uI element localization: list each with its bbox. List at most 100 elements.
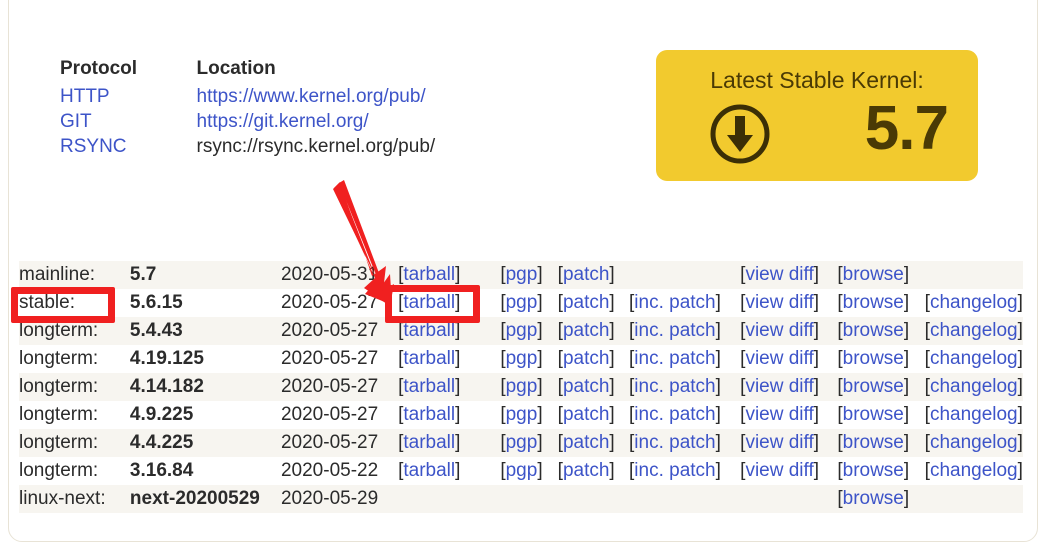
bracket-close: ]	[1017, 376, 1023, 397]
release-link-patch[interactable]: patch	[563, 320, 609, 341]
bracket-close: ]	[813, 264, 820, 285]
bracket-close: ]	[1017, 348, 1023, 369]
release-link-view-diff[interactable]: view diff	[745, 376, 813, 397]
release-link-browse[interactable]: browse	[843, 264, 904, 285]
release-link-view-diff[interactable]: view diff	[745, 404, 813, 425]
release-link-browse[interactable]: browse	[843, 376, 904, 397]
release-link-pgp[interactable]: pgp	[506, 348, 538, 369]
release-date: 2020-05-27	[280, 432, 379, 453]
release-link-view-diff[interactable]: view diff	[745, 292, 813, 313]
release-link-tarball[interactable]: tarball	[403, 264, 455, 285]
release-link-browse[interactable]: browse	[843, 320, 904, 341]
release-link-inc-patch[interactable]: inc. patch	[634, 320, 715, 341]
release-link-view-diff[interactable]: view diff	[745, 320, 813, 341]
release-link-browse[interactable]: browse	[843, 432, 904, 453]
release-link-pgp[interactable]: pgp	[506, 432, 538, 453]
release-link-cell-tarball: [tarball]	[398, 429, 500, 457]
bracket-close: ]	[903, 320, 910, 341]
release-link-cell-view-diff: [view diff]	[740, 261, 837, 289]
mirror-location-link[interactable]: https://git.kernel.org/	[197, 111, 369, 132]
mirror-table: Protocol Location HTTP https://www.kernel…	[60, 58, 435, 160]
release-link-tarball[interactable]: tarball	[403, 460, 455, 481]
release-link-patch[interactable]: patch	[563, 292, 609, 313]
release-link-tarball[interactable]: tarball	[403, 320, 455, 341]
release-link-inc-patch[interactable]: inc. patch	[634, 348, 715, 369]
release-link-cell-patch: [patch]	[558, 261, 629, 289]
release-link-browse[interactable]: browse	[843, 488, 904, 509]
mirror-location-http[interactable]: https://www.kernel.org/pub/	[147, 85, 436, 110]
mirror-protocol-http[interactable]: HTTP	[60, 85, 147, 110]
release-link-patch[interactable]: patch	[563, 432, 609, 453]
release-link-patch[interactable]: patch	[563, 404, 609, 425]
bracket-close: ]	[715, 432, 721, 453]
release-link-changelog[interactable]: changelog	[930, 292, 1018, 313]
bracket-close: ]	[609, 460, 615, 481]
release-link-cell-view-diff: [view diff]	[740, 457, 837, 485]
release-link-cell-inc-patch: [inc. patch]	[629, 317, 740, 345]
bracket-close: ]	[715, 348, 721, 369]
release-link-inc-patch[interactable]: inc. patch	[634, 460, 715, 481]
release-link-cell-browse: [browse]	[837, 317, 924, 345]
release-version: 4.4.225	[129, 432, 194, 453]
release-link-changelog[interactable]: changelog	[930, 320, 1018, 341]
release-link-browse[interactable]: browse	[843, 460, 904, 481]
release-link-tarball[interactable]: tarball	[403, 376, 455, 397]
bracket-close: ]	[813, 320, 820, 341]
release-link-view-diff[interactable]: view diff	[745, 460, 813, 481]
release-link-tarball[interactable]: tarball	[403, 404, 455, 425]
mirror-protocol-git[interactable]: GIT	[60, 110, 147, 135]
release-link-browse[interactable]: browse	[843, 292, 904, 313]
release-link-cell-pgp: [pgp]	[500, 289, 557, 317]
download-circle-icon[interactable]	[708, 102, 772, 166]
release-version: next-20200529	[129, 488, 260, 509]
release-link-patch[interactable]: patch	[563, 264, 609, 285]
release-link-changelog[interactable]: changelog	[930, 404, 1018, 425]
release-kind: longterm:	[19, 376, 99, 397]
release-link-patch[interactable]: patch	[563, 376, 609, 397]
release-link-cell-empty-changelog	[925, 261, 1023, 289]
release-link-cell-tarball: [tarball]	[398, 401, 500, 429]
release-link-tarball[interactable]: tarball	[403, 432, 455, 453]
release-link-cell-patch: [patch]	[558, 345, 629, 373]
bracket-close: ]	[813, 432, 820, 453]
release-link-pgp[interactable]: pgp	[506, 460, 538, 481]
release-link-cell-browse: [browse]	[837, 373, 924, 401]
release-kind: stable:	[19, 292, 75, 313]
release-link-pgp[interactable]: pgp	[506, 292, 538, 313]
mirror-protocol-rsync[interactable]: RSYNC	[60, 135, 147, 160]
bracket-close: ]	[715, 320, 721, 341]
release-link-pgp[interactable]: pgp	[506, 404, 538, 425]
release-link-view-diff[interactable]: view diff	[745, 264, 813, 285]
release-link-browse[interactable]: browse	[843, 404, 904, 425]
release-link-tarball[interactable]: tarball	[403, 292, 455, 313]
mirror-location-rsync: rsync://rsync.kernel.org/pub/	[147, 135, 436, 160]
release-link-inc-patch[interactable]: inc. patch	[634, 432, 715, 453]
release-link-cell-empty-inc-patch	[629, 485, 740, 513]
release-link-changelog[interactable]: changelog	[930, 376, 1018, 397]
bracket-close: ]	[1017, 460, 1023, 481]
mirror-location-link[interactable]: https://www.kernel.org/pub/	[197, 86, 426, 107]
release-link-patch[interactable]: patch	[563, 460, 609, 481]
release-link-changelog[interactable]: changelog	[930, 432, 1018, 453]
release-link-changelog[interactable]: changelog	[930, 460, 1018, 481]
bracket-close: ]	[903, 292, 910, 313]
release-link-patch[interactable]: patch	[563, 348, 609, 369]
release-link-cell-tarball: [tarball]	[398, 261, 500, 289]
release-link-cell-view-diff: [view diff]	[740, 401, 837, 429]
release-link-browse[interactable]: browse	[843, 348, 904, 369]
release-link-changelog[interactable]: changelog	[930, 348, 1018, 369]
release-link-pgp[interactable]: pgp	[506, 264, 538, 285]
release-date: 2020-05-27	[280, 404, 379, 425]
release-link-pgp[interactable]: pgp	[506, 376, 538, 397]
release-link-pgp[interactable]: pgp	[506, 320, 538, 341]
release-link-cell-changelog: [changelog]	[925, 429, 1023, 457]
release-link-inc-patch[interactable]: inc. patch	[634, 376, 715, 397]
release-link-tarball[interactable]: tarball	[403, 348, 455, 369]
release-link-inc-patch[interactable]: inc. patch	[634, 404, 715, 425]
mirror-location-git[interactable]: https://git.kernel.org/	[147, 110, 436, 135]
release-link-view-diff[interactable]: view diff	[745, 348, 813, 369]
latest-stable-kernel-badge[interactable]: Latest Stable Kernel: 5.7	[656, 50, 978, 181]
release-link-view-diff[interactable]: view diff	[745, 432, 813, 453]
release-link-inc-patch[interactable]: inc. patch	[634, 292, 715, 313]
bracket-close: ]	[537, 432, 543, 453]
